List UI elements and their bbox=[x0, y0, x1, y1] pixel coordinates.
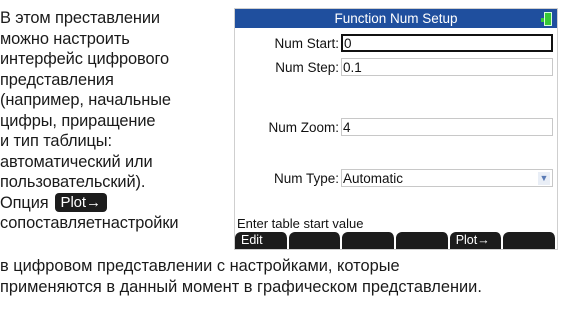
num-type-label: Num Type: bbox=[273, 171, 339, 186]
num-step-field[interactable]: 0.1 bbox=[341, 58, 553, 76]
description-line: можно настроить bbox=[0, 29, 130, 48]
num-zoom-field[interactable]: 4 bbox=[341, 118, 553, 136]
help-text: Enter table start value bbox=[237, 216, 364, 231]
num-step-label: Num Step: bbox=[275, 60, 339, 75]
softkey-6[interactable] bbox=[503, 232, 557, 249]
calculator-screen: Function Num Setup Num Start: 0 Num Step… bbox=[234, 8, 558, 250]
screen-title-text: Function Num Setup bbox=[334, 11, 458, 26]
battery-icon bbox=[544, 12, 552, 26]
description-line-with-key: Опция Plot→ bbox=[0, 193, 228, 214]
num-step-row: Num Step: 0.1 bbox=[235, 58, 557, 78]
softkey-plot[interactable]: Plot→ bbox=[449, 232, 503, 249]
num-type-value: Automatic bbox=[343, 171, 404, 186]
description-line: представления bbox=[0, 70, 114, 89]
description-line: цифры, приращение bbox=[0, 111, 156, 130]
softkey-bar: Edit Plot→ bbox=[235, 232, 557, 249]
softkey-edit[interactable]: Edit bbox=[235, 232, 288, 249]
description-full-line: в цифровом представлении с настройками, … bbox=[0, 257, 400, 275]
num-start-field[interactable]: 0 bbox=[341, 34, 553, 52]
num-zoom-label: Num Zoom: bbox=[268, 120, 339, 135]
softkey-2[interactable] bbox=[288, 232, 342, 249]
softkey-3[interactable] bbox=[342, 232, 396, 249]
plot-key-glyph: Plot→ bbox=[54, 193, 107, 213]
softkey-4[interactable] bbox=[396, 232, 449, 249]
description-line: и тип таблицы: bbox=[0, 132, 112, 150]
description-line: В этом преставлении bbox=[0, 9, 160, 27]
description-text: В этом преставлении можно настроить инте… bbox=[0, 8, 228, 234]
num-start-row: Num Start: 0 bbox=[235, 34, 557, 54]
description-line: Опция bbox=[0, 193, 49, 212]
description-line: автоматический или bbox=[0, 152, 153, 171]
num-start-label: Num Start: bbox=[274, 36, 339, 51]
screen-title: Function Num Setup bbox=[235, 9, 557, 28]
description-line: сопоставляетнастройки bbox=[0, 214, 179, 232]
description-full-line: применяются в данный момент в графическо… bbox=[0, 278, 482, 296]
num-zoom-row: Num Zoom: 4 bbox=[235, 118, 557, 138]
chevron-down-icon[interactable]: ▼ bbox=[538, 172, 550, 185]
description-line: пользовательский). bbox=[0, 173, 146, 191]
description-line: интерфейс цифрового bbox=[0, 50, 170, 68]
num-type-select[interactable]: Automatic ▼ bbox=[341, 169, 553, 187]
num-type-row: Num Type: Automatic ▼ bbox=[235, 169, 557, 189]
description-line: (например, начальные bbox=[0, 91, 171, 109]
